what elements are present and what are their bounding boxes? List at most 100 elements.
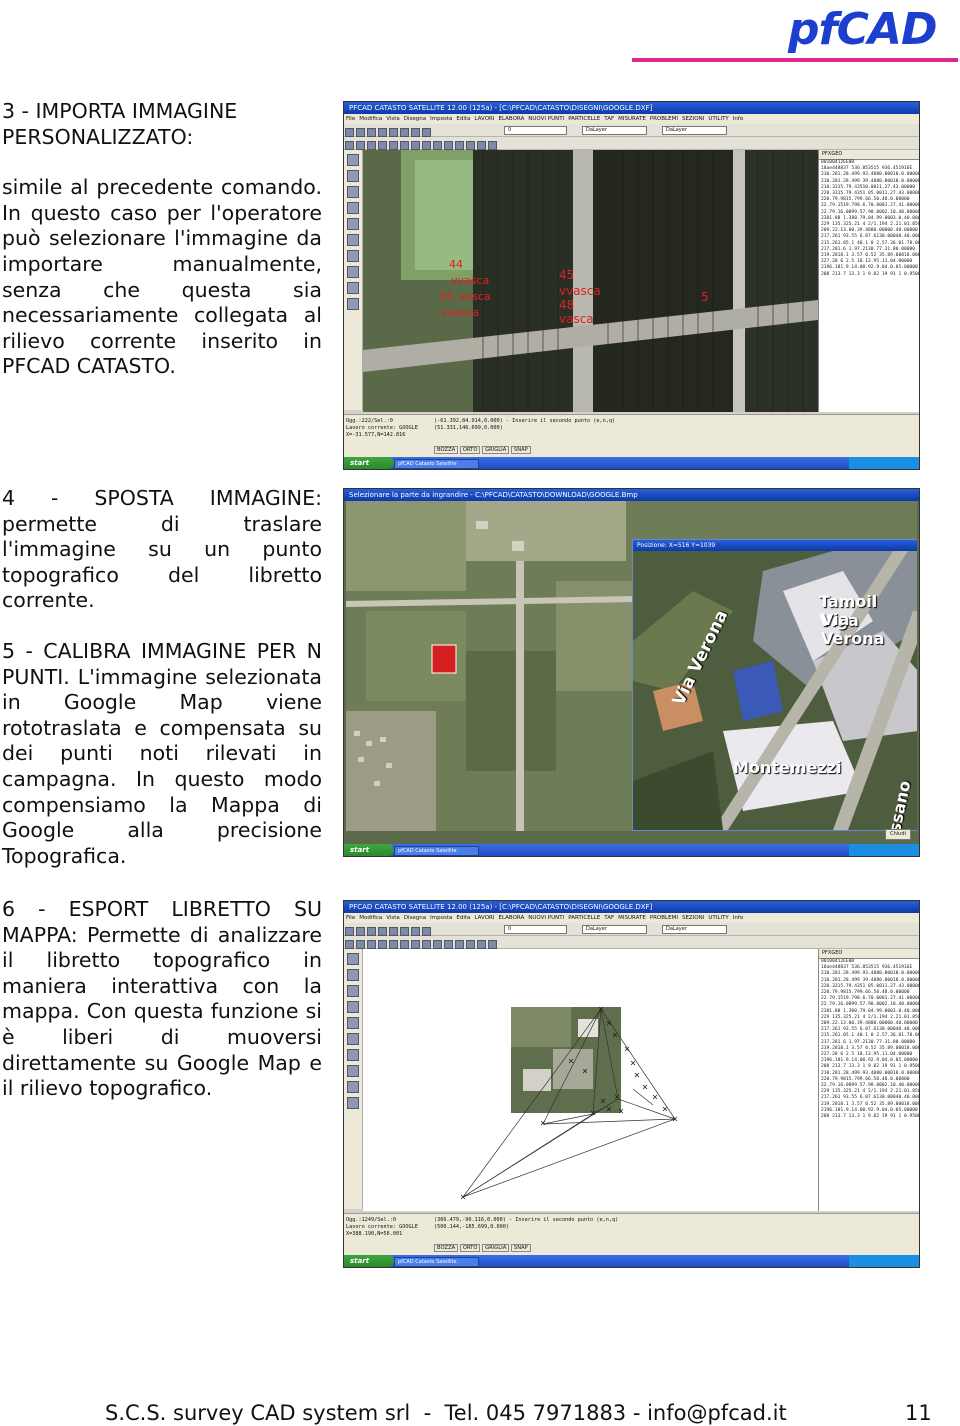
menu-misurate[interactable]: MISURATE <box>618 116 646 122</box>
linetype-combo[interactable]: DaLayer <box>662 925 727 934</box>
menu-taf[interactable]: TAF <box>604 116 614 122</box>
taskbar-item[interactable]: pfCAD Catasto Satellite <box>394 459 479 469</box>
layer-icon[interactable] <box>477 141 486 150</box>
open-icon[interactable] <box>356 128 365 137</box>
text-icon[interactable] <box>444 940 453 949</box>
cut-icon[interactable] <box>389 128 398 137</box>
paste-icon[interactable] <box>411 128 420 137</box>
properties-icon[interactable] <box>488 141 497 150</box>
properties-icon[interactable] <box>488 940 497 949</box>
menu-info[interactable]: Info <box>733 116 743 122</box>
menu-file[interactable]: File <box>346 116 355 122</box>
griglia-button[interactable]: GRIGLIA <box>482 446 510 454</box>
zoom-popup[interactable]: Posizione: X=516 Y=1039 Tamoil Viga Via … <box>632 539 917 831</box>
menu-vista[interactable]: Vista <box>386 116 400 122</box>
tool-icon[interactable] <box>347 1097 359 1109</box>
tool-icon[interactable] <box>347 969 359 981</box>
pan-icon[interactable] <box>378 940 387 949</box>
print-icon[interactable] <box>378 128 387 137</box>
menu-info[interactable]: Info <box>733 915 743 921</box>
menu-disegna[interactable]: Disegna <box>404 116 426 122</box>
menu-nuovi-punti[interactable]: NUOVI PUNTI <box>528 915 564 921</box>
save-icon[interactable] <box>367 128 376 137</box>
measure-icon[interactable] <box>466 940 475 949</box>
menu-edita[interactable]: Edita <box>456 915 470 921</box>
arc-icon[interactable] <box>433 940 442 949</box>
copy-icon[interactable] <box>400 927 409 936</box>
redraw-icon[interactable] <box>389 940 398 949</box>
point-icon[interactable] <box>455 940 464 949</box>
save-icon[interactable] <box>367 927 376 936</box>
tool-icon[interactable] <box>347 170 359 182</box>
griglia-button[interactable]: GRIGLIA <box>482 1244 510 1252</box>
orto-button[interactable]: ORTO <box>459 1244 481 1252</box>
menu-vista[interactable]: Vista <box>386 915 400 921</box>
print-icon[interactable] <box>378 927 387 936</box>
color-combo[interactable]: DaLayer <box>582 925 647 934</box>
copy-icon[interactable] <box>400 128 409 137</box>
polyline-icon[interactable] <box>411 940 420 949</box>
snap-button[interactable]: SNAP <box>510 1244 531 1252</box>
zoom-out-icon[interactable] <box>356 940 365 949</box>
measure-icon[interactable] <box>466 141 475 150</box>
circle-icon[interactable] <box>422 940 431 949</box>
new-icon[interactable] <box>345 927 354 936</box>
tool-icon[interactable] <box>347 1049 359 1061</box>
layer-icon[interactable] <box>477 940 486 949</box>
tool-icon[interactable] <box>347 1001 359 1013</box>
menu-nuovi-punti[interactable]: NUOVI PUNTI <box>528 116 564 122</box>
point-icon[interactable] <box>455 141 464 150</box>
menu-particelle[interactable]: PARTICELLE <box>568 915 600 921</box>
tool-icon[interactable] <box>347 1017 359 1029</box>
line-icon[interactable] <box>400 940 409 949</box>
satellite-map-view[interactable]: 44 vvasca 55 vasca vvasca 45 vvasca 48 v… <box>363 150 818 412</box>
satellite-overview[interactable]: Posizione: X=516 Y=1039 Tamoil Viga Via … <box>346 501 917 831</box>
tool-icon[interactable] <box>347 1033 359 1045</box>
color-combo[interactable]: DaLayer <box>582 126 647 135</box>
start-button[interactable]: start <box>344 844 394 856</box>
zoom-out-icon[interactable] <box>356 141 365 150</box>
bozza-button[interactable]: BOZZA <box>434 446 459 454</box>
text-icon[interactable] <box>444 141 453 150</box>
drawing-area[interactable] <box>363 949 818 1211</box>
new-icon[interactable] <box>345 128 354 137</box>
open-icon[interactable] <box>356 927 365 936</box>
tool-icon[interactable] <box>347 282 359 294</box>
menu-file[interactable]: File <box>346 915 355 921</box>
menu-problemi[interactable]: PROBLEMI <box>650 116 678 122</box>
tool-icon[interactable] <box>347 298 359 310</box>
redraw-icon[interactable] <box>389 141 398 150</box>
tool-icon[interactable] <box>347 266 359 278</box>
menu-lavori[interactable]: LAVORI <box>474 915 494 921</box>
command-line[interactable]: (366.479,-90.116,0.000) - Inserire il se… <box>434 1217 618 1231</box>
menu-misurate[interactable]: MISURATE <box>618 915 646 921</box>
close-button[interactable]: Chiudi <box>885 829 911 840</box>
circle-icon[interactable] <box>422 141 431 150</box>
tool-icon[interactable] <box>347 186 359 198</box>
taskbar-item[interactable]: pfCAD Catasto Satellite <box>394 1257 479 1267</box>
zoom-in-icon[interactable] <box>345 141 354 150</box>
start-button[interactable]: start <box>344 1255 394 1267</box>
tool-icon[interactable] <box>347 218 359 230</box>
start-button[interactable]: start <box>344 457 394 469</box>
tool-icon[interactable] <box>347 1081 359 1093</box>
menu-sezioni[interactable]: SEZIONI <box>682 116 704 122</box>
pan-icon[interactable] <box>378 141 387 150</box>
menu-utility[interactable]: UTILITY <box>708 116 728 122</box>
undo-icon[interactable] <box>422 128 431 137</box>
menu-particelle[interactable]: PARTICELLE <box>568 116 600 122</box>
layer-combo[interactable]: 0 <box>504 126 567 135</box>
undo-icon[interactable] <box>422 927 431 936</box>
menu-disegna[interactable]: Disegna <box>404 915 426 921</box>
zoom-in-icon[interactable] <box>345 940 354 949</box>
menu-imposta[interactable]: Imposta <box>430 915 452 921</box>
tool-icon[interactable] <box>347 250 359 262</box>
line-icon[interactable] <box>400 141 409 150</box>
tool-icon[interactable] <box>347 234 359 246</box>
menu-sezioni[interactable]: SEZIONI <box>682 915 704 921</box>
bozza-button[interactable]: BOZZA <box>434 1244 459 1252</box>
linetype-combo[interactable]: DaLayer <box>662 126 727 135</box>
zoom-window-icon[interactable] <box>367 141 376 150</box>
command-line[interactable]: (-61.392,84.914,0.000) - Inserire il sec… <box>434 418 615 432</box>
menu-elabora[interactable]: ELABORA <box>498 116 524 122</box>
